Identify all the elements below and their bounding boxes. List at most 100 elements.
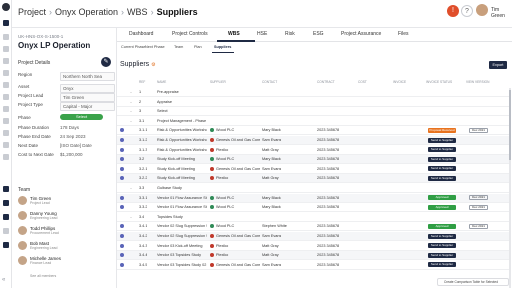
table-row[interactable]: 3.4.1 Vendor 02 Slug Suppression Study 01… <box>117 222 509 232</box>
tab-project-assurance[interactable]: Project Assurance <box>341 31 381 37</box>
table-row[interactable]: 3.2.2 Study Kick-off Meeting Plexiko Matt G… <box>117 174 509 184</box>
row-select-checkbox[interactable] <box>120 128 124 133</box>
tab-esg[interactable]: ESG <box>313 31 324 37</box>
status-badge[interactable]: Send to Supplier <box>428 137 456 143</box>
grid-icon[interactable] <box>3 186 9 192</box>
status-badge[interactable]: Send to Supplier <box>428 166 456 172</box>
table-row[interactable]: 3.1.2 Risk & Opportunities Workshop Genesi… <box>117 136 509 145</box>
version-select[interactable]: Dec 2021 <box>469 223 488 229</box>
status-badge[interactable]: Proposal Received <box>428 127 456 133</box>
row-select-checkbox[interactable] <box>120 262 124 267</box>
settings-icon[interactable] <box>3 130 9 136</box>
logout-icon[interactable] <box>3 242 9 248</box>
tab-dashboard[interactable]: Dashboard <box>129 31 153 37</box>
col-cost[interactable]: COST <box>358 80 367 84</box>
subtab-team[interactable]: Team <box>174 45 183 49</box>
subtab-next-phase[interactable]: Next Phase <box>145 45 165 49</box>
info-icon[interactable]: ? <box>461 5 473 17</box>
row-select-checkbox[interactable] <box>120 243 124 248</box>
table-row[interactable]: 3.4.5 Vendor 03 Topsides Study 02 Genesis … <box>117 261 509 270</box>
row-supplier[interactable]: Wood PLC <box>216 224 260 228</box>
col-name[interactable]: NAME <box>157 80 166 84</box>
scrollbar-thumb[interactable] <box>509 90 511 160</box>
col-invoice[interactable]: INVOICE <box>393 80 406 84</box>
row-expand-toggle[interactable]: – <box>130 109 132 113</box>
comparison-toast[interactable]: Create Comparison Table for Selected <box>437 278 509 286</box>
row-expand-toggle[interactable]: – <box>130 90 132 94</box>
row-select-checkbox[interactable] <box>120 253 124 258</box>
row-select-checkbox[interactable] <box>120 176 124 181</box>
flag-icon[interactable] <box>3 214 9 220</box>
row-supplier[interactable]: Plexiko <box>216 148 260 152</box>
subtab-plan[interactable]: Plan <box>194 45 202 49</box>
row-supplier[interactable]: Genesis Oil and Gas Consultants Ltd <box>216 263 260 267</box>
chart-icon[interactable] <box>3 94 9 100</box>
settings-icon[interactable]: ⚙ <box>151 62 155 68</box>
subtab-suppliers[interactable]: Suppliers <box>214 45 231 49</box>
documents-icon[interactable] <box>3 58 9 64</box>
row-supplier[interactable]: Wood PLC <box>216 157 260 161</box>
row-supplier[interactable]: Genesis Oil and Gas Consultants Ltd <box>216 138 260 142</box>
row-supplier[interactable]: Plexiko <box>216 176 260 180</box>
status-badge[interactable]: Approved <box>428 223 456 229</box>
row-select-checkbox[interactable] <box>120 234 124 238</box>
row-supplier[interactable]: Wood PLC <box>216 205 260 209</box>
table-row[interactable]: – 3.3 Gulbase Study <box>117 184 509 193</box>
breadcrumb-item-operation[interactable]: Onyx Operation <box>55 7 118 17</box>
status-badge[interactable]: Approved <box>428 204 456 210</box>
notification-icon[interactable]: ! <box>447 5 459 17</box>
row-select-checkbox[interactable] <box>120 205 124 210</box>
tab-files[interactable]: Files <box>398 31 409 37</box>
row-select-checkbox[interactable] <box>120 166 124 171</box>
reports-icon[interactable] <box>3 82 9 88</box>
row-supplier[interactable]: Plexiko <box>216 244 260 248</box>
files-icon[interactable] <box>3 106 9 112</box>
col-supplier[interactable]: SUPPLIER <box>210 80 226 84</box>
version-select[interactable]: Dec 2021 <box>469 127 488 133</box>
breadcrumb-item-project[interactable]: Project <box>18 7 46 17</box>
row-supplier[interactable]: Wood PLC <box>216 196 260 200</box>
table-row[interactable]: 3.1.1 Risk & Opportunities Workshop Wood P… <box>117 126 509 136</box>
status-badge[interactable]: Send to Supplier <box>428 243 456 249</box>
table-row[interactable]: – 3.4 Topsides Study <box>117 213 509 222</box>
status-badge[interactable]: Send to Supplier <box>428 147 456 153</box>
status-badge[interactable]: Approved <box>428 195 456 201</box>
table-row[interactable]: – 3 Select <box>117 107 509 117</box>
user-name[interactable]: Tim Green <box>491 7 512 19</box>
table-row[interactable]: 3.4.3 Vendor 03 Kick-off Meeting Plexiko Ma… <box>117 242 509 251</box>
breadcrumb-item-wbs[interactable]: WBS <box>127 7 148 17</box>
row-select-checkbox[interactable] <box>120 224 124 229</box>
edit-project-button[interactable]: ✎ <box>101 57 111 67</box>
col-ref[interactable]: REF <box>139 80 145 84</box>
version-select[interactable]: Dec 2021 <box>469 204 488 210</box>
row-select-checkbox[interactable] <box>120 157 124 162</box>
tab-hse[interactable]: HSE <box>257 31 267 37</box>
subtab-current-phase[interactable]: Current Phase <box>121 45 145 49</box>
table-row[interactable]: – 1 Pre-appraise <box>117 88 509 97</box>
list-icon[interactable] <box>3 200 9 206</box>
col-contract[interactable]: CONTRACT <box>317 80 335 84</box>
calendar-icon[interactable] <box>3 70 9 76</box>
projects-icon[interactable] <box>3 46 9 52</box>
row-select-checkbox[interactable] <box>120 138 124 142</box>
archive-icon[interactable] <box>3 142 9 148</box>
people-icon[interactable] <box>3 118 9 124</box>
tab-risk[interactable]: Risk <box>285 31 295 37</box>
table-row[interactable]: – 2 Appraise <box>117 98 509 107</box>
status-badge[interactable]: Send to Supplier <box>428 233 456 239</box>
row-supplier[interactable]: Genesis Oil and Gas Consultants Ltd <box>216 167 260 171</box>
col-contact[interactable]: CONTACT <box>262 80 277 84</box>
export-button[interactable]: Export <box>489 61 507 69</box>
row-supplier[interactable]: Genesis Oil and Gas Consultants Ltd <box>216 234 260 238</box>
table-row[interactable]: 3.2.1 Study Kick-off Meeting Genesis Oil a… <box>117 165 509 174</box>
dashboard-icon[interactable] <box>3 34 9 40</box>
row-supplier[interactable]: Plexiko <box>216 253 260 257</box>
status-badge[interactable]: Send to Supplier <box>428 252 456 258</box>
row-select-checkbox[interactable] <box>120 195 124 200</box>
table-row[interactable]: 3.2 Study Kick-off Meeting Wood PLC Mary Bl… <box>117 155 509 165</box>
collapse-icon[interactable]: « <box>2 277 5 283</box>
row-select-checkbox[interactable] <box>120 147 124 152</box>
version-select[interactable]: Dec 2021 <box>469 195 488 201</box>
row-expand-toggle[interactable]: – <box>130 186 132 190</box>
tab-project-controls[interactable]: Project Controls <box>172 31 208 37</box>
